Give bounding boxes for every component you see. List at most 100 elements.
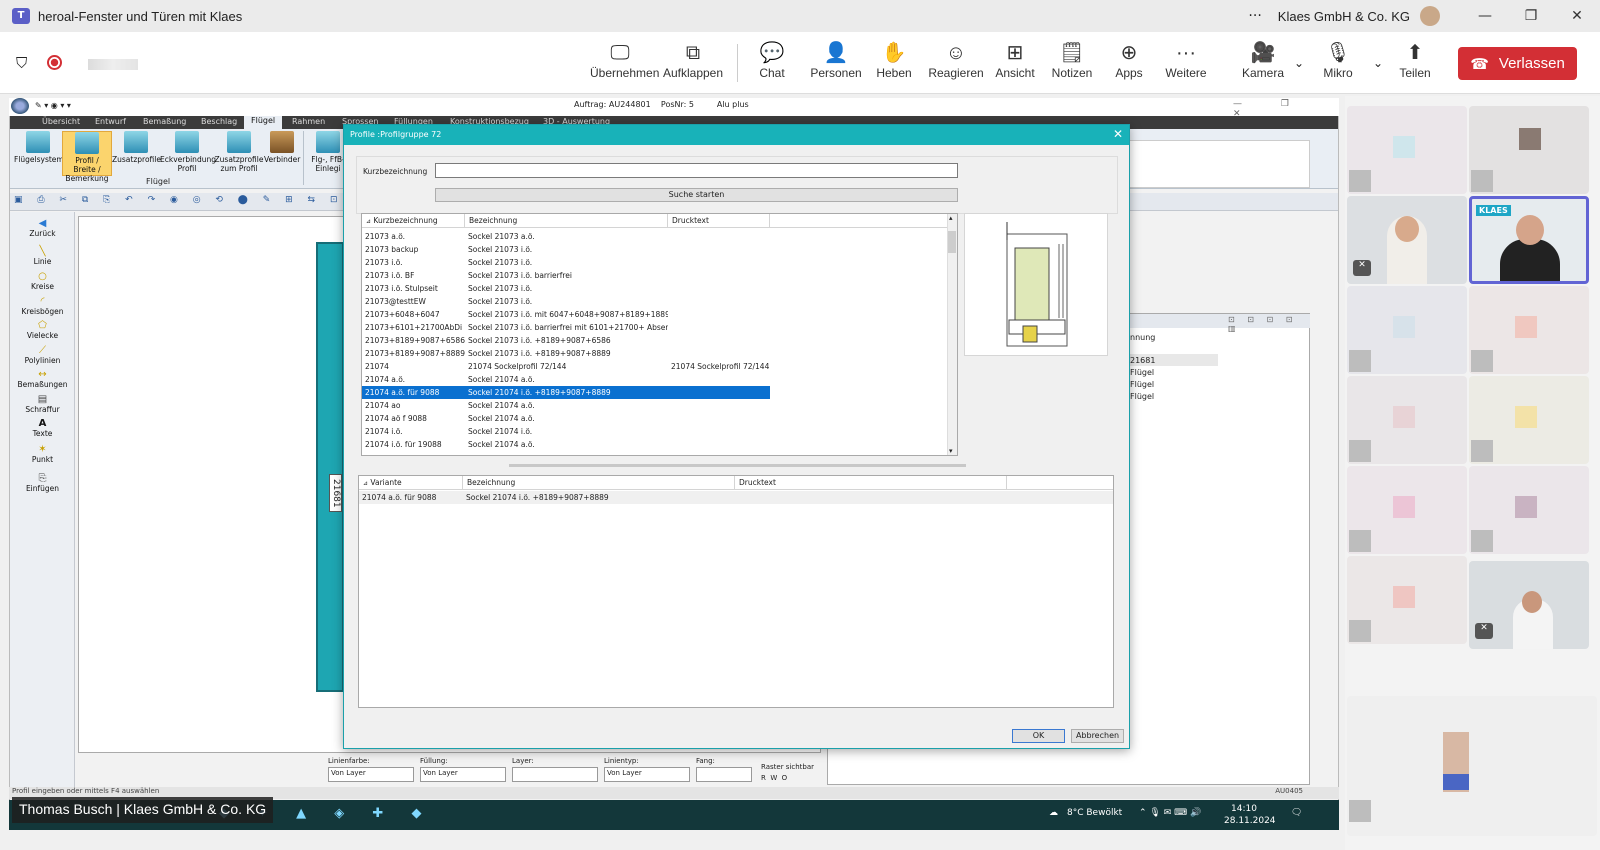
tool-zurueck[interactable]: ◀ Zurück xyxy=(10,218,75,238)
self-preview-tile[interactable] xyxy=(1347,696,1597,836)
column-var-bezeichnung[interactable]: Bezeichnung xyxy=(463,476,735,490)
column-bezeichnung[interactable]: Bezeichnung xyxy=(465,214,668,228)
notes-button[interactable]: 🗒 Notizen xyxy=(1049,40,1095,80)
column-variante[interactable]: ⊿ Variante xyxy=(359,476,463,490)
linienfarbe-field[interactable]: Linienfarbe: Von Layer xyxy=(328,757,414,782)
participant-tile[interactable] xyxy=(1469,286,1589,374)
clock-date[interactable]: 28.11.2024 xyxy=(1224,816,1276,826)
tab-uebersicht[interactable]: Übersicht xyxy=(42,117,80,126)
camera-options-chevron-icon[interactable]: ⌄ xyxy=(1294,56,1304,70)
tab-entwurf[interactable]: Entwurf xyxy=(95,117,126,126)
more-options-icon[interactable]: ··· xyxy=(1248,8,1261,24)
tool-bemassungen[interactable]: ↔ Bemaßungen xyxy=(10,369,75,389)
profile-row[interactable]: 21073 i.ö. BF Sockel 21073 i.ö. barrierfr… xyxy=(362,269,957,282)
maximize-button[interactable]: ❐ xyxy=(1508,8,1554,24)
rwo-checkboxes[interactable]: R W O xyxy=(761,774,787,782)
participant-tile[interactable] xyxy=(1469,106,1589,194)
participant-tile[interactable] xyxy=(1469,376,1589,464)
participant-tile[interactable] xyxy=(1347,466,1467,554)
profile-row[interactable]: 21074 a.ö. für 9088 Sockel 21074 i.ö. +81… xyxy=(362,386,957,399)
leave-button[interactable]: ☎ Verlassen xyxy=(1458,47,1577,80)
tab-bemassung[interactable]: Bemaßung xyxy=(143,117,186,126)
chat-button[interactable]: 💬 Chat xyxy=(752,40,792,80)
account-avatar[interactable] xyxy=(1420,6,1440,26)
tool-schraffur[interactable]: ▤ Schraffur xyxy=(10,394,75,414)
column-drucktext[interactable]: Drucktext xyxy=(668,214,770,228)
ribbon-zusatzprofile-button[interactable]: Zusatzprofile xyxy=(112,131,161,164)
profile-row[interactable]: 21073 backup Sockel 21073 i.ö. xyxy=(362,243,957,256)
mic-options-chevron-icon[interactable]: ⌄ xyxy=(1373,56,1383,70)
tray-icons[interactable]: ⌃ 🎙 ✉ ⌨ 🔊 xyxy=(1139,808,1201,818)
column-var-drucktext[interactable]: Drucktext xyxy=(735,476,1007,490)
minimize-button[interactable]: — xyxy=(1462,8,1508,24)
splitter[interactable] xyxy=(509,464,966,467)
variant-row[interactable]: 21074 a.ö. für 9088 Sockel 21074 i.ö. +8… xyxy=(359,491,1113,504)
clock-time[interactable]: 14:10 xyxy=(1231,804,1257,814)
tool-polylinien[interactable]: ⟋ Polylinien xyxy=(10,345,75,365)
participant-video-tile[interactable]: ✕ xyxy=(1347,196,1467,284)
tab-fluegel[interactable]: Flügel xyxy=(244,116,283,129)
participant-tile[interactable] xyxy=(1347,556,1467,644)
tool-kreise[interactable]: ○ Kreise xyxy=(10,271,75,291)
tool-vielecke[interactable]: ⬠ Vielecke xyxy=(10,320,75,340)
people-button[interactable]: 👤 Personen xyxy=(808,40,864,80)
profile-row[interactable]: 21074 a.ö. Sockel 21074 a.ö. xyxy=(362,373,957,386)
participant-tile[interactable] xyxy=(1347,376,1467,464)
search-start-button[interactable]: Suche starten xyxy=(435,188,958,202)
profile-list-scrollbar[interactable]: ▴ ▾ xyxy=(947,214,957,455)
profile-row[interactable]: 21074 i.ö. Sockel 21074 i.ö. xyxy=(362,425,957,438)
toolbar-icons[interactable]: ▣ ⎙ ✂ ⧉ ⎘ ↶ ↷ ◉ ◎ ⟲ ⬤ ✎ ⊞ ⇆ ⊡ xyxy=(14,195,344,205)
profile-row[interactable]: 21073@testtEW Sockel 21073 i.ö. xyxy=(362,295,957,308)
fang-field[interactable]: Fang: xyxy=(696,757,752,782)
profile-row[interactable]: 21074 21074 Sockelprofil 72/144 21074 Sock… xyxy=(362,360,957,373)
ribbon-fluegelsystem-button[interactable]: Flügelsystem xyxy=(14,131,64,164)
linientyp-field[interactable]: Linientyp: Von Layer xyxy=(604,757,690,782)
profile-row[interactable]: 21073 a.ö. Sockel 21073 a.ö. xyxy=(362,230,957,243)
profile-row[interactable]: 21073+6048+6047 Sockel 21073 i.ö. mit 604… xyxy=(362,308,957,321)
camera-button[interactable]: 🎥 Kamera xyxy=(1240,40,1286,80)
scrollbar-thumb[interactable] xyxy=(948,231,956,253)
profile-row[interactable]: 21073+8189+9087+8889 Sockel 21073 i.ö. +8… xyxy=(362,347,957,360)
tool-texte[interactable]: A Texte xyxy=(10,418,75,438)
tool-einfuegen[interactable]: ⎘ Einfügen xyxy=(10,473,75,493)
layer-field[interactable]: Layer: xyxy=(512,757,598,782)
share-button[interactable]: ⬆ Teilen xyxy=(1395,40,1435,80)
profile-row[interactable]: 21074 ao Sockel 21074 a.ö. xyxy=(362,399,957,412)
participant-video-tile[interactable]: ✕ xyxy=(1469,561,1589,649)
participant-tile[interactable] xyxy=(1347,286,1467,374)
close-window-button[interactable]: ✕ xyxy=(1554,8,1600,24)
profile-row[interactable]: 21074 i.ö. für 19088 Sockel 21074 a.ö. xyxy=(362,438,957,451)
profile-row[interactable]: 21073+6101+21700AbDi Sockel 21073 i.ö. ba… xyxy=(362,321,957,334)
active-speaker-tile[interactable]: KLAES xyxy=(1469,196,1589,284)
ribbon-zusatzprofile-zum-profil-button[interactable]: Zusatzprofile zum Profil xyxy=(214,131,264,173)
weather-text[interactable]: 8°C Bewölkt xyxy=(1067,808,1122,818)
tool-kreisboegen[interactable]: ◜ Kreisbögen xyxy=(10,296,75,316)
tab-rahmen[interactable]: Rahmen xyxy=(292,117,325,126)
tool-linie[interactable]: ╲ Linie xyxy=(10,246,75,266)
quick-access-toolbar[interactable]: ✎ ▾ ◉ ▾ ▾ xyxy=(35,101,71,110)
raise-hand-button[interactable]: ✋ Heben xyxy=(873,40,915,80)
tool-punkt[interactable]: ✶ Punkt xyxy=(10,444,75,464)
tab-beschlag[interactable]: Beschlag xyxy=(201,117,237,126)
profile-row[interactable]: 21073 i.ö. Sockel 21073 i.ö. xyxy=(362,256,957,269)
dialog-close-icon[interactable]: ✕ xyxy=(1113,127,1123,141)
takeover-button[interactable]: 🖵 Übernehmen xyxy=(590,40,659,80)
react-button[interactable]: ☺ Reagieren xyxy=(925,40,987,80)
app-menu-icon[interactable] xyxy=(11,98,29,114)
view-button[interactable]: ⊞ Ansicht xyxy=(992,40,1038,80)
profile-row[interactable]: 21073+8189+9087+6586 Sockel 21073 i.ö. +8… xyxy=(362,334,957,347)
profile-row[interactable]: 21073 i.ö. Stulpseit Sockel 21073 i.ö. xyxy=(362,282,957,295)
column-kurzbezeichnung[interactable]: ⊿ Kurzbezeichnung xyxy=(362,214,465,228)
ribbon-profil-button[interactable]: Profil / Breite / Bemerkung xyxy=(62,131,112,183)
apps-button[interactable]: ⊕ Apps xyxy=(1112,40,1146,80)
ribbon-verbinder-button[interactable]: Verbinder xyxy=(264,131,300,164)
kurzbezeichnung-input[interactable] xyxy=(435,163,958,178)
participant-tile[interactable] xyxy=(1469,466,1589,554)
sash-profile-drawing[interactable] xyxy=(316,242,344,692)
ribbon-eckverbindung-button[interactable]: Eckverbindung Profil xyxy=(160,131,216,173)
mic-button[interactable]: 🎙 Mikro xyxy=(1318,40,1358,80)
fuellung-field[interactable]: Füllung: Von Layer xyxy=(420,757,506,782)
participant-tile[interactable] xyxy=(1347,106,1467,194)
ribbon-flg-einleg-button[interactable]: Flg-, FfB-Einlegi xyxy=(308,131,348,173)
cancel-button[interactable]: Abbrechen xyxy=(1071,729,1124,743)
